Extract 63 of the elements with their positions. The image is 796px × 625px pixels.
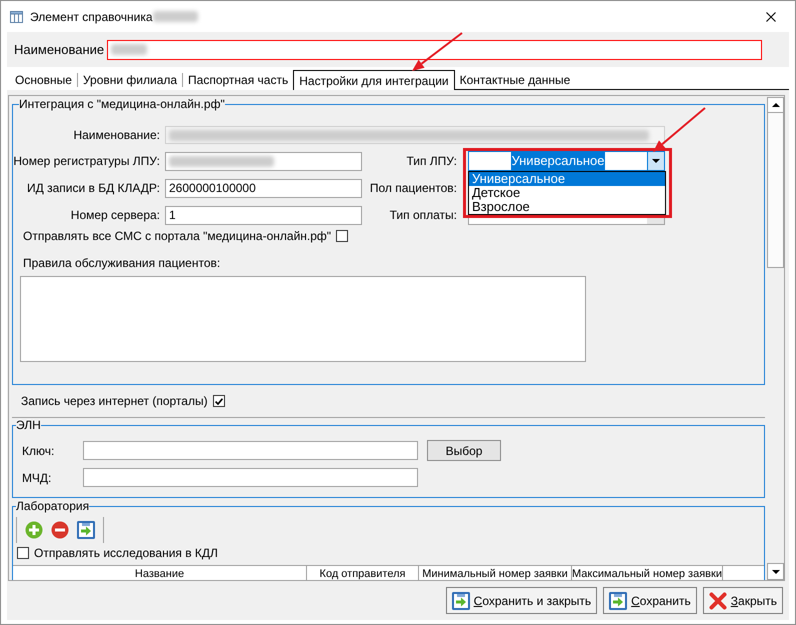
floppy-disk-icon [452,592,470,610]
table-icon [10,10,23,22]
close-dialog-button[interactable]: Закрыть [702,587,783,614]
scroll-up-button[interactable] [767,97,784,113]
dropdown-option[interactable]: Детское [469,186,665,200]
cross-icon [708,592,727,610]
window-title: Элемент справочника [30,8,153,26]
checkbox[interactable] [212,395,225,407]
floppy-disk-icon[interactable] [77,521,95,539]
caret-down-icon [772,570,780,574]
text-field[interactable] [107,40,762,60]
text-field[interactable] [165,152,362,170]
field-label: Наименование: [72,127,160,144]
checkbox-label: Отправлять все СМС с портала "медицина-онлайн.рф" [23,228,332,245]
column-header[interactable]: Минимальный номер заявки [419,566,572,580]
column-header[interactable]: Код отправителя [307,566,419,580]
annotation-arrow [412,32,463,71]
field-label: Тип оплаты: [388,207,457,224]
group-title: ЭЛН [16,418,41,432]
text-field[interactable]: 2600000100000 [165,178,362,198]
field-label: МЧД: [22,470,52,486]
field-label: Номер регистратуры ЛПУ: [13,153,160,170]
checkmark-icon [214,398,223,404]
tab[interactable]: Паспортная часть [183,71,294,90]
group-title: Интеграция с "медицина-онлайн.рф" [19,97,225,111]
save-and-close-button[interactable]: Сохранить и закрыть [446,587,598,614]
annotation-arrow [653,107,706,152]
field-label: Ключ: [22,442,56,460]
dropdown-option[interactable]: Взрослое [469,200,665,214]
field-label: Правила обслуживания пациентов: [23,255,220,272]
dropdown-button[interactable] [647,152,664,170]
scrollbar-thumb[interactable] [767,113,784,268]
tab[interactable]: Уровни филиала [78,71,182,90]
checkbox-label: Отправлять исследования в КДЛ [34,545,218,562]
caret-up-icon [772,103,780,107]
scroll-down-button[interactable] [767,563,784,580]
field-label: Тип ЛПУ: [405,153,457,170]
column-header[interactable]: Название [13,566,307,580]
floppy-disk-icon [609,592,628,610]
dropdown[interactable]: Универсальное [468,151,665,171]
tab[interactable]: Основные [10,71,77,90]
field-label: Номер сервера: [70,207,160,224]
text-field[interactable]: 1 [165,206,362,224]
field-label: Пол пациентов: [368,180,457,197]
select-button[interactable]: Выбор [427,440,501,461]
text-field[interactable] [83,441,418,460]
checkbox[interactable] [17,547,29,559]
checkbox[interactable] [336,230,348,242]
column-header[interactable]: Максимальный номер заявки [572,566,723,580]
minus-icon[interactable] [51,521,69,539]
plus-icon[interactable] [25,521,43,539]
checkbox-label: Запись через интернет (порталы) [21,393,208,410]
tab[interactable]: Настройки для интеграции [293,70,455,90]
text-field[interactable] [83,468,418,487]
text-area[interactable] [20,276,586,362]
group-title: Лаборатория [16,499,90,513]
scrollbar[interactable] [767,96,784,580]
save-button[interactable]: Сохранить [603,587,697,614]
close-icon [766,12,776,22]
caret-down-icon [652,159,660,163]
field-label: ИД записи в БД КЛАДР: [26,180,160,197]
field-label: Наименование [14,40,106,59]
dropdown-option[interactable]: Универсальное [469,172,665,186]
